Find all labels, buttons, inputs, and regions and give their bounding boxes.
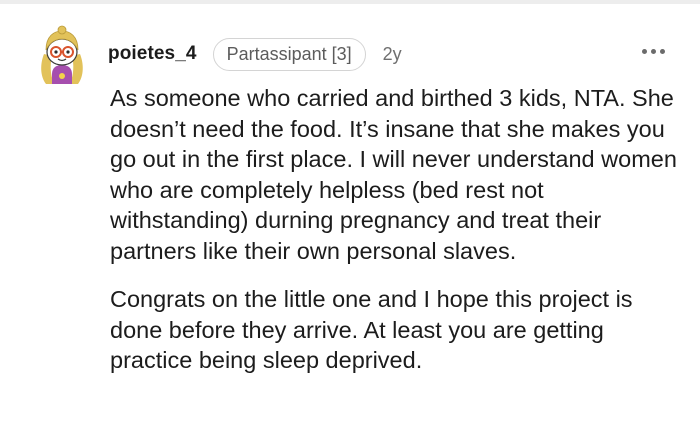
username-link[interactable]: poietes_4 bbox=[108, 43, 197, 65]
comment-paragraph: As someone who carried and birthed 3 kid… bbox=[110, 85, 677, 264]
comment-paragraph: Congrats on the little one and I hope th… bbox=[110, 286, 633, 373]
comment-header: poietes_4 Partassipant [3] 2y bbox=[108, 37, 402, 71]
user-flair-badge: Partassipant [3] bbox=[212, 37, 366, 71]
comment-body: As someone who carried and birthed 3 kid… bbox=[110, 83, 685, 376]
more-options-icon[interactable] bbox=[636, 40, 670, 62]
top-divider bbox=[0, 0, 700, 4]
more-dot bbox=[650, 48, 656, 54]
comment-age: 2y bbox=[382, 43, 402, 64]
snoo-avatar-glasses-icon[interactable] bbox=[34, 24, 90, 88]
more-dot bbox=[641, 48, 647, 54]
more-dot bbox=[659, 48, 665, 54]
